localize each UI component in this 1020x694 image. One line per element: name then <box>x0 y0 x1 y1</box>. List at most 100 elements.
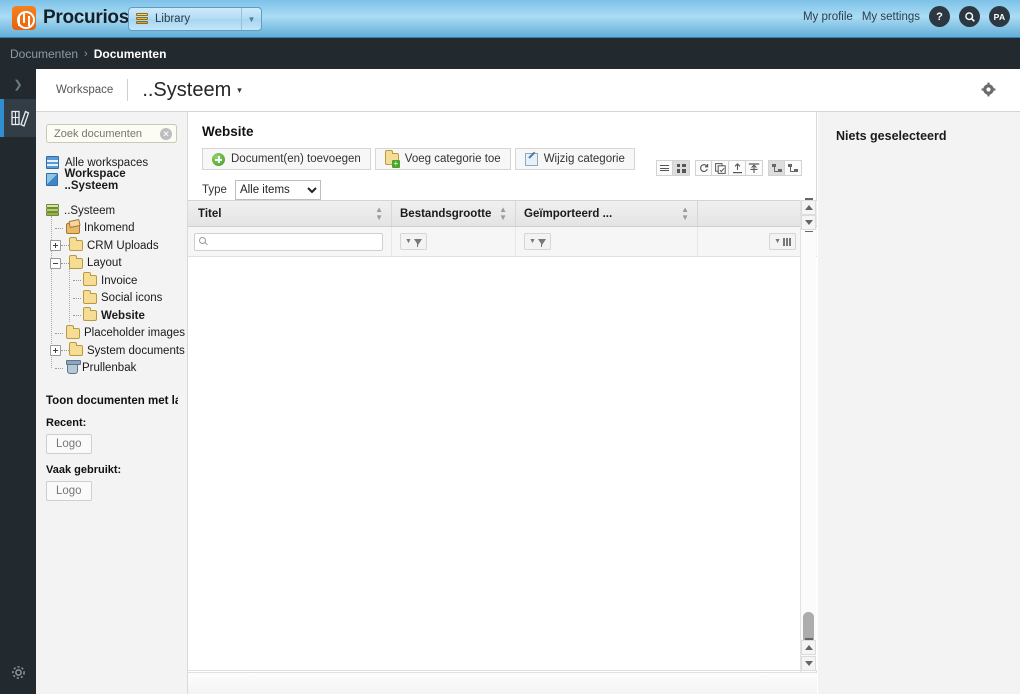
tree-connector <box>61 262 69 264</box>
refresh-button[interactable] <box>695 160 712 176</box>
fit-width-button[interactable] <box>746 160 763 176</box>
search-icon[interactable] <box>959 6 980 27</box>
column-header-label: Bestandsgrootte <box>400 207 492 220</box>
sort-indicator-icon[interactable]: ▲ ▼ <box>681 205 689 222</box>
add-category-button[interactable]: Voeg categorie toe <box>374 148 511 170</box>
workspace-tag: Workspace <box>56 79 129 101</box>
size-filter-button[interactable]: ▼ <box>400 233 427 250</box>
column-titel[interactable]: Titel ▲ ▼ <box>188 201 392 226</box>
tree-connector <box>55 332 63 334</box>
chevron-down-icon[interactable]: ▼ <box>241 8 261 30</box>
column-bestandsgrootte[interactable]: Bestandsgrootte ▲ ▼ <box>392 201 516 226</box>
scroll-to-top-button[interactable] <box>801 198 816 215</box>
brand-logo[interactable]: Procurios <box>12 6 129 30</box>
tree-node-placeholder-images[interactable]: Placeholder images <box>46 324 187 343</box>
scroll-down-button[interactable] <box>801 656 816 673</box>
expand-plus-icon[interactable] <box>50 345 61 357</box>
left-icon-rail: ❯ <box>0 69 36 694</box>
sort-indicator-icon[interactable]: ▲ ▼ <box>499 205 507 222</box>
help-button[interactable]: ? <box>929 6 950 27</box>
filter-cell-actions: ▼ <box>698 227 802 256</box>
tree-right-button[interactable] <box>785 160 802 176</box>
tree-left-button[interactable] <box>768 160 785 176</box>
filter-cell-bestandsgrootte: ▼ <box>392 227 516 256</box>
column-geimporteerd[interactable]: Geïmporteerd ... ▲ ▼ <box>516 201 698 226</box>
upload-button[interactable] <box>729 160 746 176</box>
add-documents-button[interactable]: Document(en) toevoegen <box>202 148 371 170</box>
my-profile-link[interactable]: My profile <box>803 11 853 23</box>
search-input[interactable] <box>52 125 157 142</box>
sidebar-item-library[interactable] <box>0 99 36 137</box>
recent-tag-logo[interactable]: Logo <box>46 434 92 454</box>
clear-circle-icon[interactable]: ✕ <box>160 128 172 140</box>
column-spacer <box>698 201 802 226</box>
list-view-button[interactable] <box>656 160 673 176</box>
books-stack-icon <box>136 13 149 25</box>
tree-node-label: Inkomend <box>84 222 135 235</box>
table-body <box>188 257 817 671</box>
tree-node-systeem[interactable]: ..Systeem <box>46 202 187 220</box>
tree-node-system-documents[interactable]: System documents <box>46 342 187 360</box>
details-panel-title: Niets geselecteerd <box>836 129 947 143</box>
library-selector[interactable]: Library ▼ <box>128 7 262 31</box>
folder-icon <box>83 307 97 322</box>
library-books-icon <box>11 110 30 127</box>
date-filter-button[interactable]: ▼ <box>524 233 551 250</box>
folder-icon <box>69 342 83 357</box>
frequent-tag-logo[interactable]: Logo <box>46 481 92 501</box>
sidebar-search[interactable]: ✕ <box>46 124 177 143</box>
type-filter-row: Type Alle items <box>202 180 802 200</box>
folder-icon <box>69 237 83 252</box>
column-chooser-icon <box>783 237 791 246</box>
filter-icon <box>413 238 422 247</box>
sort-indicator-icon[interactable]: ▲ ▼ <box>375 205 383 222</box>
tree-node-label: Prullenbak <box>82 362 137 375</box>
view-options-toolbar <box>656 160 802 176</box>
sidebar-item-workspace-systeem[interactable]: Workspace ..Systeem <box>36 168 187 192</box>
scroll-up-icon <box>804 638 813 650</box>
chevron-down-icon: ▼ <box>405 238 412 245</box>
tree-node-invoice[interactable]: Invoice <box>46 272 187 290</box>
scroll-up-button[interactable] <box>801 638 816 655</box>
workspace-settings-button[interactable] <box>981 82 996 97</box>
chevron-right-icon[interactable]: ❯ <box>0 69 36 99</box>
bottom-strip <box>188 672 817 694</box>
folder-icon <box>83 289 97 304</box>
my-settings-link[interactable]: My settings <box>862 11 920 23</box>
gear-icon <box>981 82 996 97</box>
tree-node-layout[interactable]: Layout <box>46 254 187 273</box>
main-header: Website Document(en) toevoegen Voeg cate… <box>188 112 816 200</box>
expand-plus-icon[interactable] <box>50 240 61 252</box>
titel-search-input[interactable] <box>194 232 383 251</box>
breadcrumb-parent[interactable]: Documenten <box>10 47 78 61</box>
refresh-icon <box>699 164 708 172</box>
table-header-row: Titel ▲ ▼ Bestandsgrootte ▲ ▼ Geïmporteerd… <box>188 200 817 227</box>
stack-icon <box>46 204 60 217</box>
tree-node-prullenbak[interactable]: Prullenbak <box>46 360 187 378</box>
page-title: ..Systeem <box>142 78 232 101</box>
tree-node-website[interactable]: Website <box>46 307 187 325</box>
document-label-filter: Toon documenten met la Recent: Logo Vaak… <box>46 395 187 501</box>
view-mode-group <box>656 160 690 176</box>
button-label: Document(en) toevoegen <box>231 153 361 165</box>
tree-node-label: Placeholder images <box>84 327 186 340</box>
scroll-page-up-button[interactable] <box>801 215 816 232</box>
chevron-down-icon[interactable]: ▾ <box>237 85 242 96</box>
copy-button[interactable] <box>712 160 729 176</box>
sidebar-item-label: Workspace ..Systeem <box>64 167 126 192</box>
rail-settings-button[interactable] <box>0 658 36 686</box>
type-filter-select[interactable]: Alle items <box>234 180 321 200</box>
tree-node-inkomend[interactable]: Inkomend <box>46 220 187 238</box>
column-chooser-button[interactable]: ▼ <box>769 233 796 250</box>
folder-icon <box>66 324 80 339</box>
avatar[interactable]: PA <box>989 6 1010 27</box>
workspace-icon <box>46 173 59 186</box>
tree-node-label: ..Systeem <box>64 204 116 217</box>
tree-node-social-icons[interactable]: Social icons <box>46 289 187 308</box>
edit-category-button[interactable]: Wijzig categorie <box>514 148 635 170</box>
collapse-minus-icon[interactable] <box>50 257 61 269</box>
tree-node-crm-uploads[interactable]: CRM Uploads <box>46 237 187 255</box>
table-scrollbar[interactable] <box>800 198 816 673</box>
grid-view-button[interactable] <box>673 160 690 176</box>
recent-label: Recent: <box>46 417 87 429</box>
